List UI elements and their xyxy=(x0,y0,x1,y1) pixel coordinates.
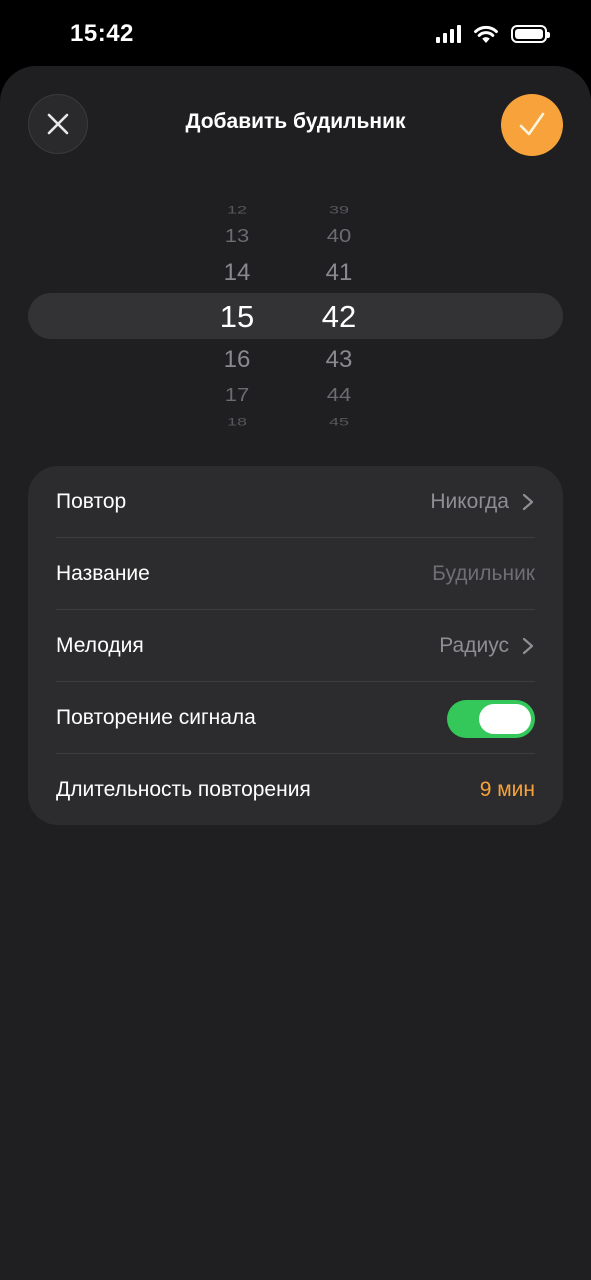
chevron-right-icon xyxy=(522,493,534,511)
minute-option[interactable]: 45 xyxy=(299,417,379,428)
hour-option[interactable]: 13 xyxy=(197,226,277,246)
confirm-button[interactable] xyxy=(501,94,563,156)
minute-option[interactable]: 40 xyxy=(299,226,379,246)
repeat-row[interactable]: Повтор Никогда xyxy=(28,466,563,538)
wifi-icon xyxy=(474,25,498,43)
minute-option[interactable]: 43 xyxy=(299,348,379,372)
sound-row[interactable]: Мелодия Радиус xyxy=(28,610,563,682)
sound-value: Радиус xyxy=(439,634,509,657)
minute-option[interactable]: 39 xyxy=(299,205,379,216)
hour-option[interactable]: 17 xyxy=(197,385,277,405)
status-icons xyxy=(436,24,550,44)
hour-option[interactable]: 14 xyxy=(197,261,277,285)
name-label: Название xyxy=(56,562,150,585)
picker-selection-highlight xyxy=(28,293,563,339)
chevron-right-icon xyxy=(522,637,534,655)
battery-icon xyxy=(511,25,550,43)
hour-option[interactable]: 18 xyxy=(197,417,277,428)
cellular-signal-icon xyxy=(436,25,461,43)
alarm-settings-card: Повтор Никогда Название Будильник Мелоди… xyxy=(28,466,563,825)
hour-selected[interactable]: 15 xyxy=(197,301,277,332)
minute-option[interactable]: 41 xyxy=(299,261,379,285)
checkmark-icon xyxy=(519,112,545,136)
snooze-duration-value: 9 мин xyxy=(479,778,535,801)
snooze-toggle[interactable] xyxy=(447,700,535,738)
snooze-duration-row[interactable]: Длительность повторения 9 мин xyxy=(28,754,563,826)
status-time: 15:42 xyxy=(70,20,134,47)
repeat-label: Повтор xyxy=(56,490,127,513)
snooze-row: Повторение сигнала xyxy=(28,682,563,754)
snooze-label: Повторение сигнала xyxy=(56,706,256,729)
minute-selected[interactable]: 42 xyxy=(299,301,379,332)
hour-option[interactable]: 16 xyxy=(197,348,277,372)
minute-option[interactable]: 44 xyxy=(299,385,379,405)
toggle-knob xyxy=(479,704,531,734)
repeat-value: Никогда xyxy=(430,490,509,513)
hour-option[interactable]: 12 xyxy=(197,205,277,216)
sound-label: Мелодия xyxy=(56,634,144,657)
status-bar: 15:42 xyxy=(0,0,591,66)
name-row[interactable]: Название Будильник xyxy=(28,538,563,610)
snooze-duration-label: Длительность повторения xyxy=(56,778,311,801)
add-alarm-sheet: Добавить будильник 12 13 14 15 16 17 18 … xyxy=(0,66,591,1280)
name-input[interactable]: Будильник xyxy=(432,562,535,586)
